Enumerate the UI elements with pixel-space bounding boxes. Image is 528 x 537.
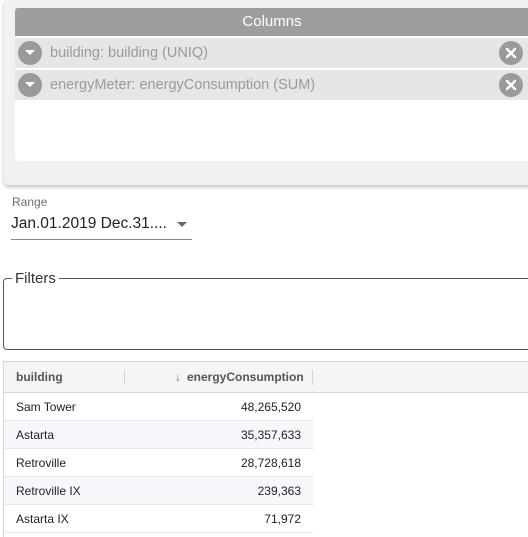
column-chip-energy[interactable]: energyMeter: energyConsumption (SUM) [15, 70, 528, 100]
range-value: Jan.01.2019 Dec.31.... [11, 215, 167, 232]
results-table: building ↓ energyConsumption Sam Tower 48… [3, 361, 528, 537]
columns-panel: Columns building: building (UNIQ) energy… [4, 0, 528, 185]
cell-energy: 28,728,618 [240, 456, 301, 470]
cell-energy: 35,357,633 [240, 428, 301, 442]
column-header-building[interactable]: building [16, 362, 63, 392]
cell-energy: 71,972 [264, 512, 301, 526]
column-chip-label: building: building (UNIQ) [50, 45, 208, 61]
column-divider[interactable] [312, 370, 313, 385]
chevron-down-icon[interactable] [18, 73, 42, 97]
filters-box[interactable]: Filters [3, 270, 528, 350]
column-chip-label: energyMeter: energyConsumption (SUM) [50, 77, 316, 93]
table-row[interactable]: Astarta IX 71,972 [4, 505, 313, 533]
column-header-energy[interactable]: ↓ energyConsumption [175, 362, 304, 392]
columns-list: Columns building: building (UNIQ) energy… [15, 8, 528, 161]
cell-building: Sam Tower [16, 400, 76, 414]
table-row[interactable]: Sam Tower 48,265,520 [4, 393, 313, 421]
cell-building: Retroville IX [16, 484, 81, 498]
range-label: Range [12, 195, 48, 209]
cell-energy: 239,363 [257, 484, 301, 498]
cell-building: Astarta [16, 428, 55, 442]
cell-building: Retroville [16, 456, 67, 470]
filters-legend: Filters [12, 270, 59, 287]
cell-building: Astarta IX [16, 512, 69, 526]
column-divider[interactable] [124, 370, 125, 385]
table-header: building ↓ energyConsumption [4, 362, 528, 393]
table-row[interactable]: Retroville 28,728,618 [4, 449, 313, 477]
close-icon[interactable] [499, 41, 523, 65]
cell-energy: 48,265,520 [240, 400, 301, 414]
chevron-down-icon[interactable] [18, 41, 42, 65]
table-row[interactable]: Astarta 35,357,633 [4, 421, 313, 449]
table-row[interactable]: Retroville IX 239,363 [4, 477, 313, 505]
column-chip-building[interactable]: building: building (UNIQ) [15, 38, 528, 68]
columns-title: Columns [15, 8, 528, 36]
sort-descending-icon[interactable]: ↓ [175, 370, 181, 384]
close-icon[interactable] [499, 73, 523, 97]
column-header-energy-label: energyConsumption [187, 370, 304, 384]
range-select[interactable]: Jan.01.2019 Dec.31.... [11, 212, 192, 240]
dropdown-arrow-icon [177, 222, 187, 227]
